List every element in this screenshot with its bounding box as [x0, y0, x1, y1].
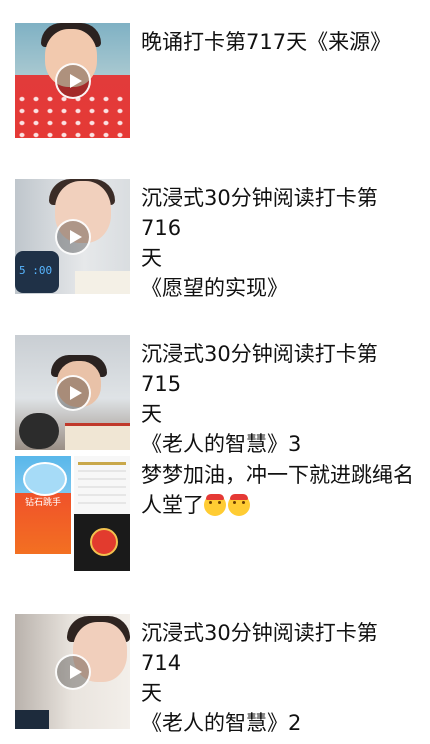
clock-art — [19, 413, 59, 449]
thumbnail-art — [15, 93, 130, 138]
post-image[interactable] — [74, 456, 130, 571]
post-image[interactable]: 钻石跳手 — [15, 456, 71, 554]
badge-art — [23, 462, 67, 496]
video-thumbnail[interactable] — [15, 335, 130, 450]
caption-line: 沉浸式30分钟阅读打卡第716 — [141, 186, 378, 240]
lamp-art — [15, 710, 49, 729]
video-thumbnail[interactable] — [15, 179, 130, 294]
play-icon[interactable] — [54, 653, 91, 690]
moments-feed: 晚诵打卡第717天《来源》 沉浸式30分钟阅读打卡第716 天 《愿望的实现》 … — [0, 0, 430, 744]
video-thumbnail[interactable] — [15, 614, 130, 729]
clock-art — [15, 251, 59, 293]
book-art — [65, 423, 130, 450]
caption-line: 天 — [141, 402, 162, 426]
caption-line: 《老人的智慧》3 — [141, 432, 302, 456]
post-caption: 沉浸式30分钟阅读打卡第714 天 《老人的智慧》2 — [141, 618, 416, 738]
video-thumbnail[interactable] — [15, 23, 130, 138]
post-caption: 沉浸式30分钟阅读打卡第715 天 《老人的智慧》3 — [141, 339, 416, 459]
caption-line: 《愿望的实现》 — [141, 276, 288, 300]
caption-line: 梦梦加油，冲一下就进跳绳名 — [141, 463, 414, 487]
play-icon[interactable] — [54, 62, 91, 99]
caption-line: 沉浸式30分钟阅读打卡第714 — [141, 621, 378, 675]
caption-line: 晚诵打卡第717天《来源》 — [141, 30, 392, 54]
post-caption: 沉浸式30分钟阅读打卡第716 天 《愿望的实现》 — [141, 183, 416, 303]
hug-face-emoji-icon — [228, 494, 250, 516]
caption-line: 天 — [141, 681, 162, 705]
caption-line: 天 — [141, 246, 162, 270]
caption-line: 沉浸式30分钟阅读打卡第715 — [141, 342, 378, 396]
caption-line: 《老人的智慧》2 — [141, 711, 302, 735]
hug-face-emoji-icon — [204, 494, 226, 516]
badge-label: 钻石跳手 — [24, 498, 61, 508]
caption-text: 人堂了 — [141, 493, 204, 517]
play-icon[interactable] — [54, 374, 91, 411]
caption-line: 人堂了 — [141, 490, 416, 520]
play-icon[interactable] — [54, 218, 91, 255]
award-art — [74, 514, 130, 571]
book-art — [75, 271, 130, 294]
stats-screenshot-art — [74, 456, 130, 514]
post-caption: 晚诵打卡第717天《来源》 — [141, 27, 416, 57]
post-caption: 梦梦加油，冲一下就进跳绳名 人堂了 — [141, 460, 416, 520]
